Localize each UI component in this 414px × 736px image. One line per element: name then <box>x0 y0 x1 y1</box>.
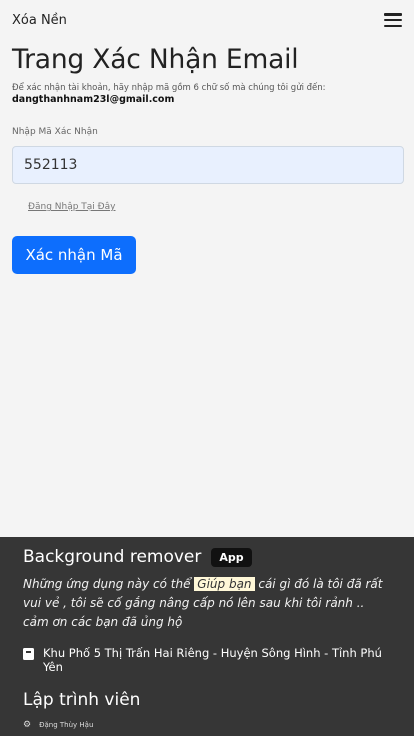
menu-bar-bottom <box>384 24 402 27</box>
navbar: Xóa Nền <box>0 0 414 40</box>
app-badge: App <box>211 547 252 567</box>
address-row: Khu Phố 5 Thị Trấn Hai Riêng - Huyện Sôn… <box>23 646 391 675</box>
developer-name: Đặng Thùy Hậu <box>39 721 94 730</box>
instructions-text: Để xác nhận tài khoản, hãy nhập mã gồm 6… <box>12 83 326 93</box>
verification-form: Trang Xác Nhận Email Để xác nhận tài kho… <box>12 40 404 275</box>
page-title: Trang Xác Nhận Email <box>12 44 299 75</box>
recipient-email: dangthanhnam23l@gmail.com <box>12 94 175 106</box>
login-link[interactable]: Đăng Nhập Tại Đây <box>28 202 115 212</box>
developer-heading: Lập trình viên <box>23 690 141 711</box>
desc-highlight: Giúp bạn <box>194 577 255 591</box>
footer-title: Background remover <box>23 547 202 567</box>
address-card-icon <box>23 647 34 660</box>
menu-bar-top <box>384 13 402 16</box>
address-text: Khu Phố 5 Thị Trấn Hai Riêng - Huyện Sôn… <box>43 645 382 674</box>
confirm-code-button[interactable]: Xác nhận Mã <box>12 236 136 275</box>
menu-bar-middle <box>384 18 402 22</box>
verification-code-input[interactable] <box>12 146 404 185</box>
code-field-label: Nhập Mã Xác Nhận <box>12 127 98 138</box>
gear-icon: ⚙ <box>23 720 32 731</box>
developer-row: ⚙ Đặng Thùy Hậu <box>23 720 391 730</box>
footer: Background remover App Những ứng dụng nà… <box>0 537 414 736</box>
desc-part-1: Những ứng dụng này có thể <box>23 577 191 591</box>
footer-description: Những ứng dụng này có thể Giúp bạn cái g… <box>23 575 391 633</box>
footer-title-row: Background remover App <box>23 547 391 567</box>
hamburger-menu-icon[interactable] <box>384 13 402 27</box>
brand-link[interactable]: Xóa Nền <box>12 13 67 28</box>
